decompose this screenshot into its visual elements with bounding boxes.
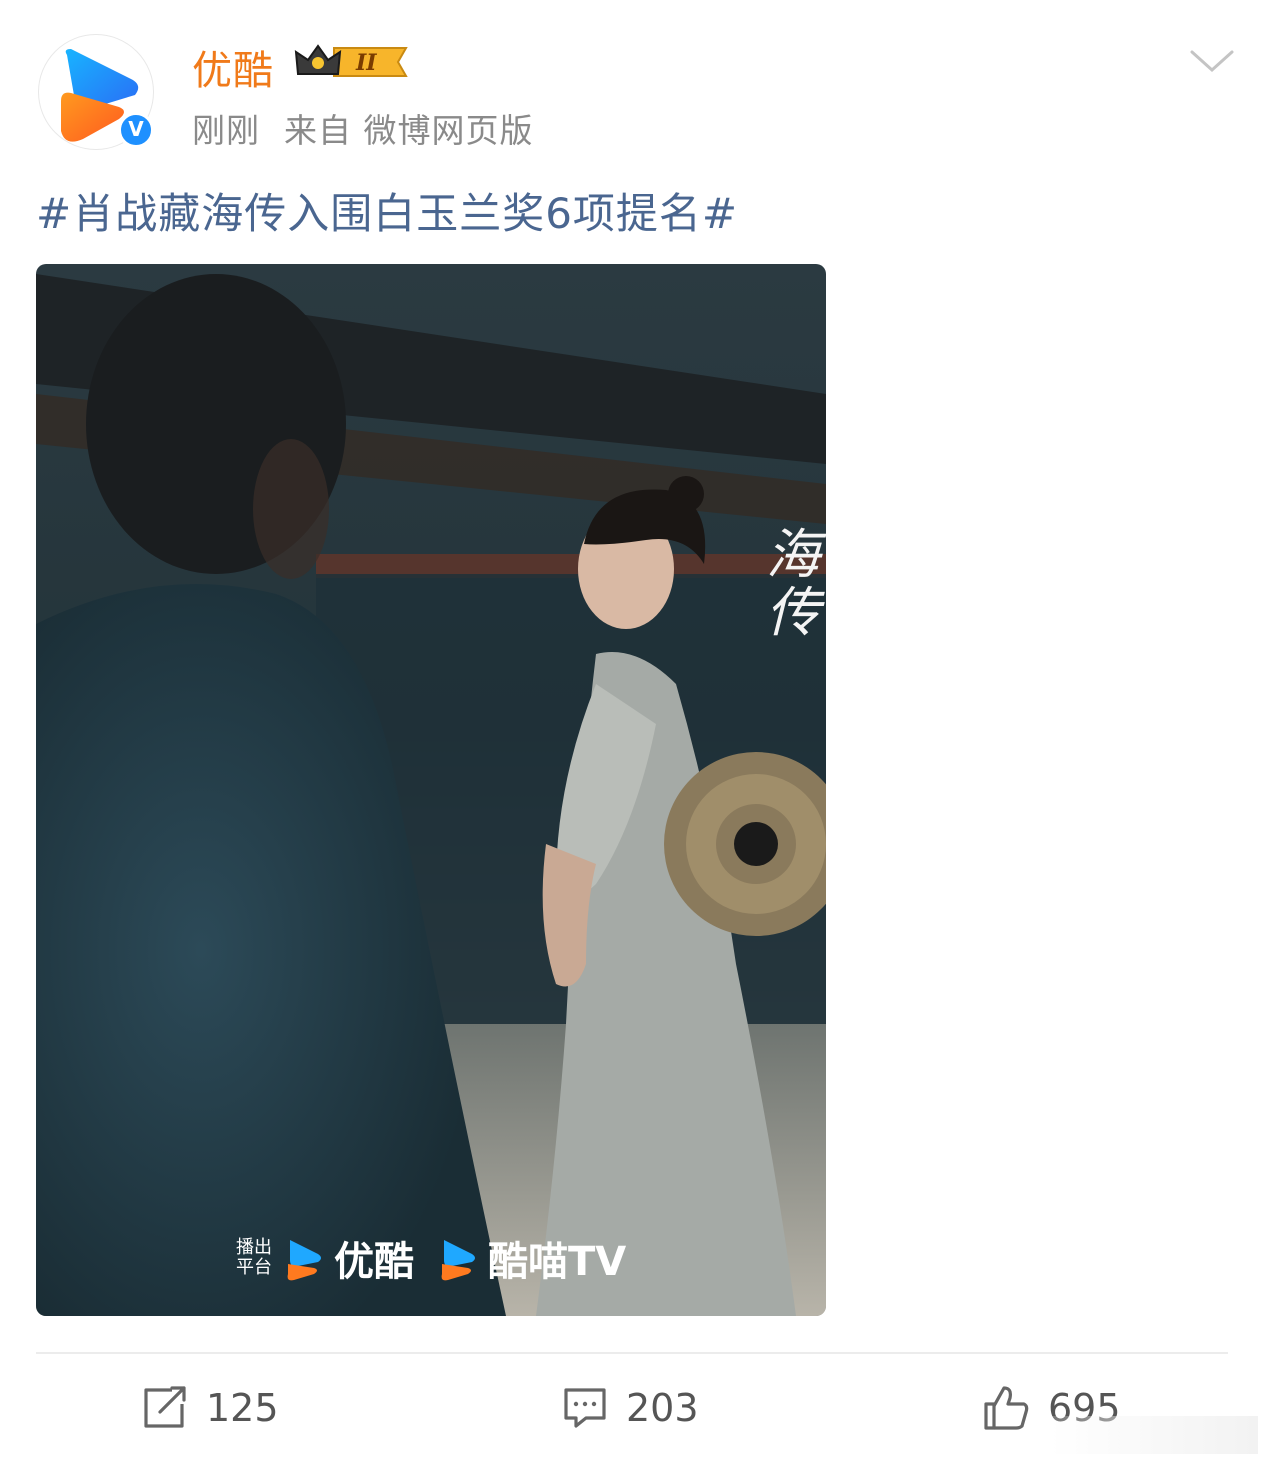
kumiao-logo-icon xyxy=(441,1240,475,1281)
svg-text:II: II xyxy=(355,50,377,76)
post-topic-link[interactable]: #肖战藏海传入围白玉兰奖6项提名# xyxy=(36,180,738,241)
comment-icon xyxy=(564,1388,606,1428)
platform-kumiao: 酷喵TV xyxy=(488,1239,627,1285)
comment-count: 203 xyxy=(626,1386,699,1430)
vip-crown-badge-icon[interactable]: II xyxy=(294,42,410,86)
repost-button[interactable]: 125 xyxy=(142,1380,279,1436)
post-meta: 刚刚 来自 微博网页版 xyxy=(192,104,558,152)
post-image[interactable]: 海传 xyxy=(36,264,826,1316)
broadcast-platforms: 播出平台 优酷 酷喵TV xyxy=(234,1228,640,1288)
repost-icon xyxy=(144,1386,186,1428)
platform-youku: 优酷 xyxy=(334,1239,414,1285)
post-time: 刚刚 xyxy=(192,111,260,150)
youku-logo-icon xyxy=(287,1240,321,1281)
divider xyxy=(36,1352,1228,1354)
chevron-down-icon[interactable] xyxy=(1188,46,1236,76)
username[interactable]: 优酷 xyxy=(192,38,274,96)
comment-button[interactable]: 203 xyxy=(562,1380,699,1436)
repost-count: 125 xyxy=(206,1386,279,1430)
weibo-post: V 优酷 II 刚刚 来自 微博网页版 #肖战藏海传入围白玉兰奖6项提名# 海传… xyxy=(0,0,1264,1465)
poster-title-calligraphy: 海传 xyxy=(766,523,820,644)
thumbs-up-icon xyxy=(984,1386,1029,1430)
post-source[interactable]: 来自 微博网页版 xyxy=(284,111,534,150)
watermark-overlay xyxy=(1050,1416,1258,1454)
platform-label: 播出平台 xyxy=(236,1237,272,1278)
verified-v-icon: V xyxy=(118,112,154,148)
